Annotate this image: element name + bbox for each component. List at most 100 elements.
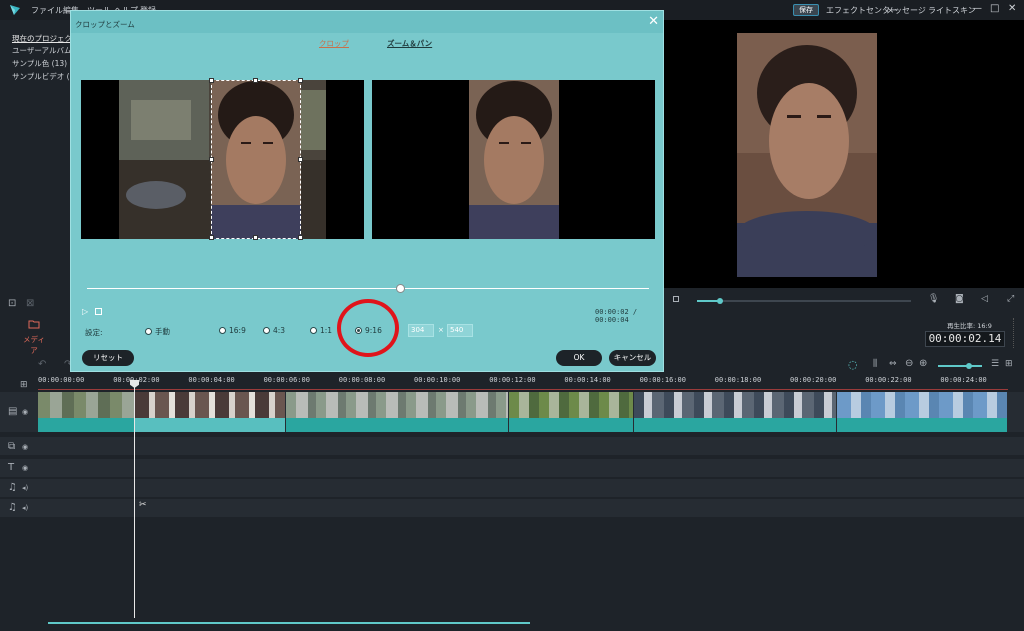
music-track-2-bg — [0, 499, 1024, 517]
crop-handle[interactable] — [209, 78, 214, 83]
zoom-out-icon[interactable]: ⊖ — [905, 358, 913, 369]
grid-view-icon[interactable]: ⊞ — [1005, 359, 1013, 369]
list-view-icon[interactable]: ☰ — [991, 359, 999, 369]
crop-handle[interactable] — [209, 235, 214, 240]
ratio-option-1-1[interactable]: 1:1 — [310, 326, 332, 335]
audio-mixer-icon[interactable]: ⫼ — [873, 359, 877, 369]
ruler-label: 00:00:10:00 — [414, 376, 461, 384]
crop-handle[interactable] — [209, 157, 214, 162]
library-sample-videos[interactable]: サンプルビデオ (9) — [12, 71, 77, 82]
fit-icon[interactable]: ⇔ — [889, 359, 897, 369]
preview-controls: 🎙 ◙ ◁ ⤢ — [663, 290, 1024, 312]
video-clip[interactable] — [634, 392, 836, 432]
eye-icon[interactable]: ◉ — [22, 443, 28, 451]
video-clip[interactable] — [509, 392, 633, 432]
crop-handle[interactable] — [298, 78, 303, 83]
ruler-label: 00:00:20:00 — [790, 376, 837, 384]
close-icon[interactable]: ✕ — [648, 15, 659, 28]
text-track-icon: T — [8, 462, 15, 473]
eye-icon[interactable]: ◉ — [22, 408, 28, 416]
speaker-icon[interactable]: ◂) — [22, 484, 28, 492]
dialog-scrubber[interactable] — [87, 288, 649, 289]
add-track-icon[interactable]: ⊞ — [20, 380, 28, 390]
crop-rectangle[interactable] — [211, 80, 301, 239]
crop-width-field[interactable]: 304 — [408, 324, 434, 337]
crop-handle[interactable] — [253, 235, 258, 240]
scissors-icon[interactable]: ✂ — [139, 500, 147, 510]
dialog-titlebar: クロップとズーム ✕ — [71, 11, 663, 33]
dialog-title: クロップとズーム — [75, 20, 135, 29]
stop-icon[interactable] — [95, 308, 102, 315]
radio-icon — [219, 327, 226, 334]
reset-button[interactable]: リセット — [82, 350, 134, 366]
ruler-label: 00:00:24:00 — [940, 376, 987, 384]
undo-icon[interactable]: ↶ — [38, 359, 46, 370]
mic-icon[interactable]: 🎙 — [928, 294, 939, 304]
minimize-icon[interactable]: — — [972, 3, 982, 14]
resize-handle[interactable] — [1013, 318, 1017, 348]
ruler-label: 00:00:04:00 — [188, 376, 235, 384]
video-clip[interactable] — [837, 392, 1007, 432]
play-icon[interactable]: ▷ — [82, 307, 88, 316]
video-clip[interactable] — [38, 392, 134, 432]
ruler-label: 00:00:12:00 — [489, 376, 536, 384]
eye-icon[interactable]: ◉ — [22, 464, 28, 472]
media-tab[interactable]: メディア — [20, 319, 48, 356]
tab-zoom-pan[interactable]: ズーム＆パン — [387, 38, 432, 49]
stop-preview-icon[interactable] — [673, 296, 679, 302]
times-sign: × — [438, 326, 444, 334]
import-icon[interactable]: ⊡ — [8, 298, 16, 309]
crop-handle[interactable] — [298, 235, 303, 240]
playhead[interactable] — [134, 382, 135, 618]
ratio-option-16-9[interactable]: 16:9 — [219, 326, 246, 335]
volume-icon[interactable]: ◁ — [981, 294, 988, 304]
record-icon[interactable]: ⊠ — [26, 298, 34, 309]
timeline-scrollbar[interactable] — [48, 622, 530, 624]
close-window-icon[interactable]: ✕ — [1008, 3, 1016, 14]
crop-handle[interactable] — [298, 157, 303, 162]
snapshot-icon[interactable]: ◙ — [955, 294, 964, 304]
ruler-line — [38, 389, 1008, 390]
library-sample-colors[interactable]: サンプル色 (13) — [12, 58, 67, 69]
tab-crop[interactable]: クロップ — [319, 38, 349, 49]
maximize-icon[interactable]: □ — [990, 3, 999, 14]
crop-handle[interactable] — [253, 78, 258, 83]
settings-label: 設定: — [85, 328, 103, 337]
pip-track-bg — [0, 437, 1024, 455]
video-clip-selected[interactable] — [135, 392, 285, 432]
ruler-label: 00:00:08:00 — [338, 376, 386, 384]
highlight-circle-annotation — [337, 299, 399, 357]
export-button[interactable]: 保存 — [793, 4, 819, 16]
radio-icon — [263, 327, 270, 334]
video-track[interactable] — [38, 392, 1007, 432]
render-icon[interactable]: ◌ — [848, 358, 858, 371]
messages-link[interactable]: メッセージ — [886, 5, 926, 16]
fullscreen-icon[interactable]: ⤢ — [1007, 294, 1014, 304]
ruler-label: 00:00:16:00 — [639, 376, 686, 384]
ratio-option-manual[interactable]: 手動 — [145, 326, 170, 337]
video-track-icon: ▤ — [8, 406, 18, 417]
ratio-option-4-3[interactable]: 4:3 — [263, 326, 285, 335]
menu-file[interactable]: ファイル — [31, 5, 63, 16]
radio-icon — [310, 327, 317, 334]
timecode-display: 00:00:02.14 — [925, 331, 1005, 347]
light-skin-link[interactable]: ライトスキン — [928, 5, 976, 16]
ok-button[interactable]: OK — [556, 350, 602, 366]
preview-progress[interactable] — [697, 298, 911, 304]
timeline-ruler[interactable]: 00:00:00:0000:00:02:0000:00:04:0000:00:0… — [38, 376, 1008, 390]
app-logo-icon — [10, 5, 20, 15]
source-view[interactable] — [81, 78, 364, 240]
video-clip[interactable] — [286, 392, 508, 432]
zoom-in-icon[interactable]: ⊕ — [919, 358, 927, 369]
cancel-button[interactable]: キャンセル — [609, 350, 656, 366]
scrubber-knob[interactable] — [396, 284, 405, 293]
ruler-label: 00:00:22:00 — [865, 376, 912, 384]
speaker-icon[interactable]: ◂) — [22, 504, 28, 512]
music-track-1-bg — [0, 479, 1024, 497]
text-track-bg — [0, 459, 1024, 477]
dialog-time: 00:00:02 / 00:00:04 — [595, 308, 638, 324]
zoom-slider[interactable] — [938, 363, 982, 369]
output-frame-image — [469, 80, 559, 239]
crop-height-field[interactable]: 540 — [447, 324, 473, 337]
ruler-label: 00:00:14:00 — [564, 376, 611, 384]
